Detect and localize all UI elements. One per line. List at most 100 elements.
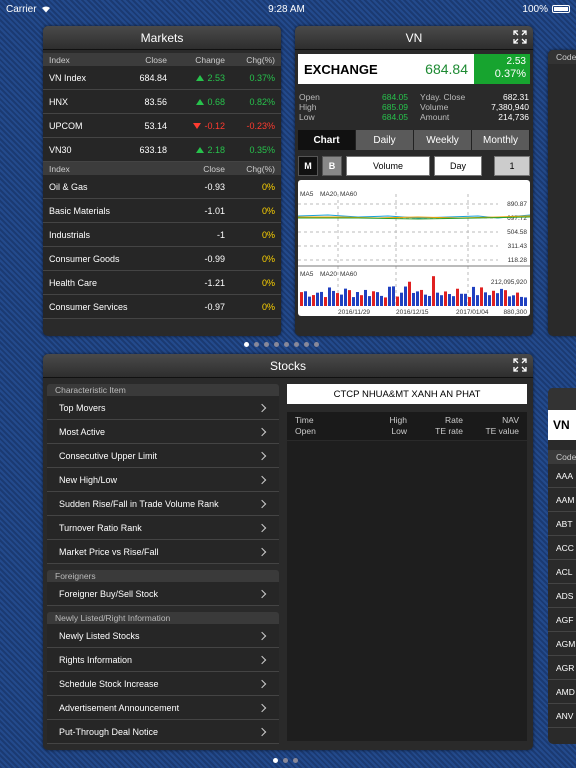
page-dot[interactable]: [274, 342, 279, 347]
volume-bar: [336, 293, 339, 306]
menu-item-label: Newly Listed Stocks: [59, 630, 140, 641]
menu-item-label: Advertisement Announcement: [59, 702, 180, 713]
volume-bar: [392, 286, 395, 306]
sector-row[interactable]: Consumer Goods -0.99 0%: [43, 247, 281, 271]
volume-bar: [352, 297, 355, 306]
tab-weekly[interactable]: Weekly: [414, 130, 472, 150]
volume-bar: [492, 290, 495, 306]
volume-bar: [408, 281, 411, 306]
index-row[interactable]: VN Index 684.84 2.53 0.37%: [43, 66, 281, 90]
menu-item[interactable]: Newly Listed Stocks: [47, 624, 279, 648]
stat-value: 7,380,940: [491, 102, 529, 112]
side-code[interactable]: AAM: [548, 488, 576, 512]
volume-bar: [436, 292, 439, 306]
page-dot[interactable]: [264, 342, 269, 347]
volume-bar: [504, 290, 507, 306]
sector-row[interactable]: Consumer Services -0.97 0%: [43, 295, 281, 319]
menu-item[interactable]: Rights Information: [47, 648, 279, 672]
menu-item[interactable]: Foreigner Buy/Sell Stock: [47, 582, 279, 606]
page-dot[interactable]: [284, 342, 289, 347]
index-pct: 0.82%: [249, 96, 275, 107]
page-dot[interactable]: [283, 758, 288, 763]
section-header: Characteristic Item: [47, 384, 279, 396]
vn-tabs: Chart Daily Weekly Monthly: [298, 130, 530, 150]
side-code[interactable]: ACC: [548, 536, 576, 560]
stat-value: 684.05: [382, 92, 408, 102]
sector-pct: 0%: [261, 229, 275, 240]
b-button[interactable]: B: [322, 156, 342, 176]
tab-monthly[interactable]: Monthly: [472, 130, 530, 150]
volume-bar: [340, 294, 343, 306]
volume-bar: [416, 291, 419, 306]
menu-item[interactable]: Top Movers: [47, 396, 279, 420]
side-code[interactable]: ABT: [548, 512, 576, 536]
side-code-header: Code: [548, 450, 576, 464]
menu-item-label: Top Movers: [59, 402, 106, 413]
volume-bar: [412, 292, 415, 306]
page-dot[interactable]: [314, 342, 319, 347]
stat-label: High: [299, 102, 317, 112]
volume-bar: [464, 293, 467, 306]
index-row[interactable]: HNX 83.56 0.68 0.82%: [43, 90, 281, 114]
volume-bar: [420, 289, 423, 306]
menu-item[interactable]: Most Active: [47, 420, 279, 444]
volume-bar: [452, 296, 455, 306]
menu-item[interactable]: Turnover Ratio Rank: [47, 516, 279, 540]
side-code[interactable]: ACL: [548, 560, 576, 584]
chart-type-select[interactable]: Volume: [346, 156, 430, 176]
expand-icon[interactable]: [513, 358, 527, 372]
menu-item[interactable]: Schedule Stock Increase: [47, 672, 279, 696]
side-code[interactable]: AGR: [548, 656, 576, 680]
menu-item[interactable]: Sudden Rise/Fall in Trade Volume Rank: [47, 492, 279, 516]
menu-item[interactable]: New High/Low: [47, 468, 279, 492]
sector-close: -1.21: [204, 277, 225, 288]
side-code[interactable]: ADS: [548, 584, 576, 608]
side-code[interactable]: AMD: [548, 680, 576, 704]
volume-bar: [512, 295, 515, 306]
m-button[interactable]: M: [298, 156, 318, 176]
sector-row[interactable]: Basic Materials -1.01 0%: [43, 199, 281, 223]
page-dot[interactable]: [294, 342, 299, 347]
index-pct: -0.23%: [246, 120, 275, 131]
price-chart[interactable]: MA5 MA20 MA60 MA5 MA20 MA60 890.87 697.72 504.58…: [298, 180, 530, 316]
ma-label: MA60: [340, 191, 357, 198]
page-indicator-top[interactable]: [244, 342, 319, 347]
volume-bar: [508, 296, 511, 306]
menu-item[interactable]: Consecutive Upper Limit: [47, 444, 279, 468]
page-dot[interactable]: [273, 758, 278, 763]
volume-bar: [344, 288, 347, 306]
sector-header: Index Close Chg(%): [43, 162, 281, 175]
chevron-right-icon: [257, 451, 267, 460]
volume-bar: [328, 287, 331, 306]
menu-item[interactable]: Advertisement Announcement: [47, 696, 279, 720]
sector-name: Consumer Services: [49, 301, 128, 312]
tab-daily[interactable]: Daily: [356, 130, 414, 150]
section-header: Foreigners: [47, 570, 279, 582]
index-row[interactable]: VN30 633.18 2.18 0.35%: [43, 138, 281, 162]
period-select[interactable]: Day: [434, 156, 482, 176]
expand-icon[interactable]: [513, 30, 527, 44]
tab-chart[interactable]: Chart: [298, 130, 356, 150]
page-dot[interactable]: [293, 758, 298, 763]
menu-item[interactable]: Market Price vs Rise/Fall: [47, 540, 279, 564]
side-code[interactable]: AAA: [548, 464, 576, 488]
sector-row[interactable]: Health Care -1.21 0%: [43, 271, 281, 295]
side-code[interactable]: ANV: [548, 704, 576, 728]
sector-row[interactable]: Oil & Gas -0.93 0%: [43, 175, 281, 199]
page-dot[interactable]: [254, 342, 259, 347]
side-code-label: Code: [548, 50, 576, 64]
chevron-right-icon: [257, 499, 267, 508]
menu-item[interactable]: Put-Through Deal Notice: [47, 720, 279, 744]
page-dot[interactable]: [244, 342, 249, 347]
side-code[interactable]: AGM: [548, 632, 576, 656]
index-row[interactable]: UPCOM 53.14 -0.12 -0.23%: [43, 114, 281, 138]
count-select[interactable]: 1: [494, 156, 530, 176]
sector-row[interactable]: Industrials -1 0%: [43, 223, 281, 247]
volume-bar: [468, 297, 471, 306]
page-dot[interactable]: [304, 342, 309, 347]
menu-item-label: New High/Low: [59, 474, 118, 485]
page-indicator-bottom[interactable]: [273, 758, 298, 763]
side-code[interactable]: AGF: [548, 608, 576, 632]
chevron-right-icon: [257, 631, 267, 640]
index-close: 53.14: [144, 120, 167, 131]
